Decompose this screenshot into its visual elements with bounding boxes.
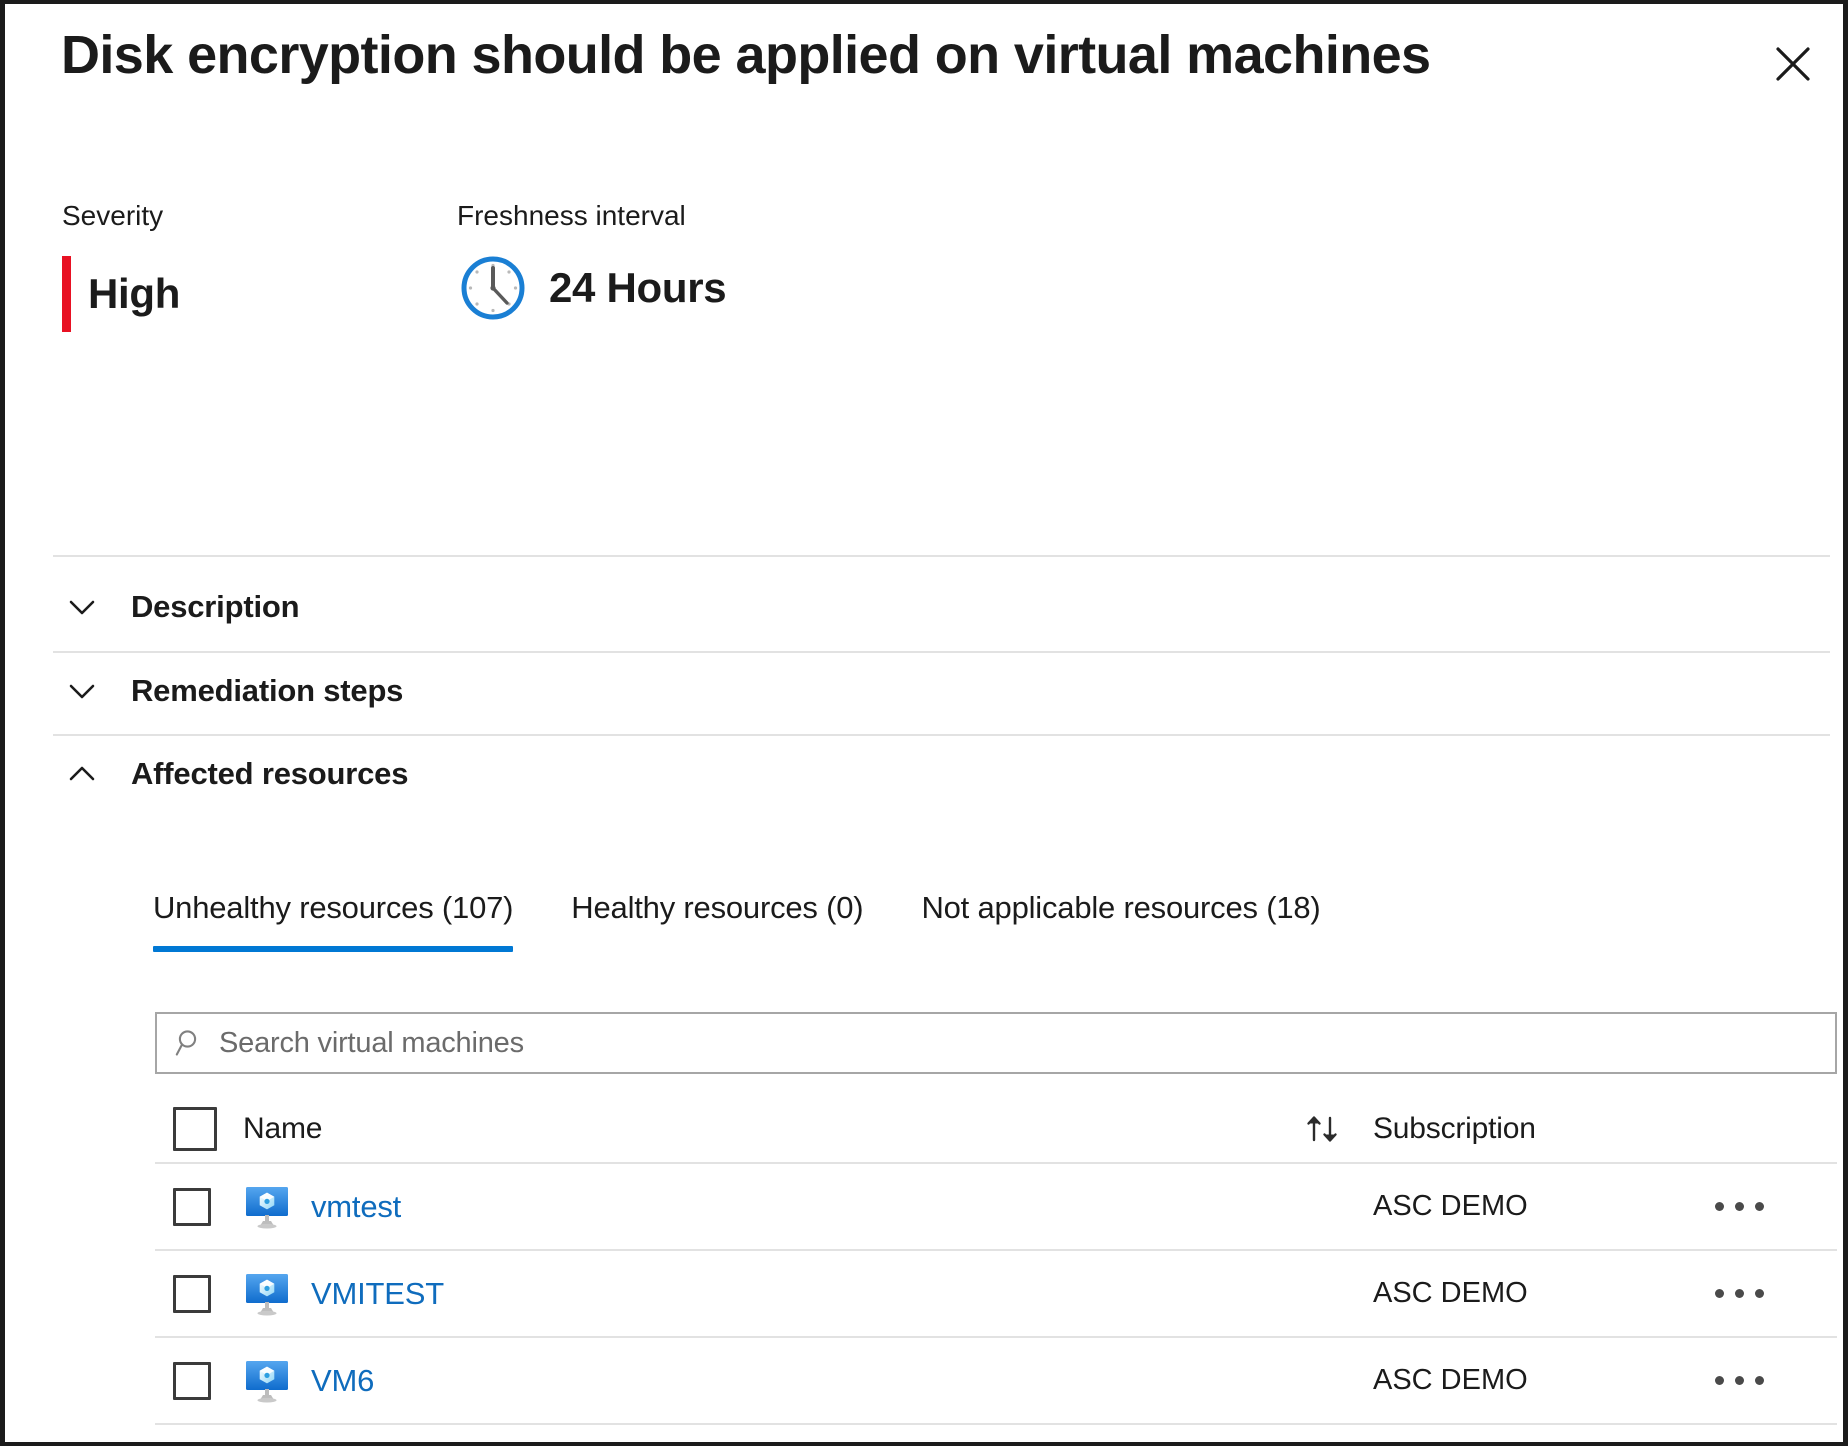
ellipsis-dot-icon [1735,1376,1744,1385]
row-actions-cell [1687,1370,1837,1391]
ellipsis-dot-icon [1735,1202,1744,1211]
severity-block: Severity High [62,202,180,332]
tab-not-applicable-label: Not applicable resources (18) [921,890,1321,925]
column-header-name-label: Name [243,1112,323,1145]
search-container[interactable] [155,1012,1837,1074]
ellipsis-dot-icon [1755,1202,1764,1211]
row-subscription-value: ASC DEMO [1373,1364,1528,1396]
tab-unhealthy-label: Unhealthy resources (107) [153,890,514,925]
select-all-checkbox[interactable] [173,1107,217,1151]
row-select-cell [155,1187,243,1226]
page-title: Disk encryption should be applied on vir… [61,25,1431,85]
search-icon [175,1028,205,1058]
ellipsis-dot-icon [1755,1376,1764,1385]
column-header-name[interactable]: Name [243,1112,1277,1146]
virtual-machine-icon [243,1183,291,1231]
accordion-remediation-label: Remediation steps [131,673,404,708]
row-subscription-cell: ASC DEMO [1367,1190,1687,1223]
virtual-machine-icon [243,1357,291,1405]
row-checkbox[interactable] [173,1361,211,1400]
row-select-cell [155,1361,243,1400]
severity-value: High [88,270,181,317]
summary-metadata: Severity High Freshness interval 24 Hour… [5,202,1843,392]
column-header-subscription-label: Subscription [1373,1112,1536,1145]
sort-button[interactable] [1277,1108,1367,1150]
clock-icon [457,252,529,324]
accordion-description-label: Description [131,589,300,624]
row-name-cell: VMITEST [243,1270,1277,1318]
row-more-actions-button[interactable] [1705,1283,1774,1304]
row-more-actions-button[interactable] [1705,1370,1774,1391]
row-subscription-cell: ASC DEMO [1367,1277,1687,1310]
column-header-subscription[interactable]: Subscription [1367,1112,1687,1146]
severity-indicator-bar [62,256,71,332]
tab-not-applicable-resources[interactable]: Not applicable resources (18) [921,890,1320,952]
panel-header: Disk encryption should be applied on vir… [5,4,1843,124]
divider-above-remediation [53,651,1830,653]
accordion-description[interactable]: Description [65,577,300,637]
resource-tabs: Unhealthy resources (107) Healthy resour… [153,890,1379,952]
ellipsis-dot-icon [1735,1289,1744,1298]
severity-label: Severity [62,200,164,231]
row-more-actions-button[interactable] [1705,1196,1774,1217]
table-row[interactable]: VMITEST ASC DEMO [155,1251,1837,1338]
resource-link[interactable]: vmtest [311,1189,401,1225]
row-actions-cell [1687,1196,1837,1217]
row-subscription-cell: ASC DEMO [1367,1364,1687,1397]
table-row[interactable]: vmtest ASC DEMO [155,1164,1837,1251]
row-subscription-value: ASC DEMO [1373,1277,1528,1309]
close-icon [1771,42,1815,86]
tab-healthy-resources[interactable]: Healthy resources (0) [571,890,863,952]
tab-unhealthy-resources[interactable]: Unhealthy resources (107) [153,890,513,952]
accordion-affected-label: Affected resources [131,756,409,791]
ellipsis-dot-icon [1715,1289,1724,1298]
row-checkbox[interactable] [173,1187,211,1226]
resource-link[interactable]: VMITEST [311,1276,444,1312]
freshness-label: Freshness interval [457,200,686,231]
ellipsis-dot-icon [1755,1289,1764,1298]
chevron-down-icon [65,590,99,624]
ellipsis-dot-icon [1715,1376,1724,1385]
row-name-cell: VM6 [243,1357,1277,1405]
tab-active-underline [153,946,514,952]
table-header-row: Name Subscription [155,1096,1837,1164]
sort-ascending-descending-icon [1301,1108,1343,1150]
row-actions-cell [1687,1283,1837,1304]
freshness-block: Freshness interval 24 Hours [457,200,727,324]
table-row[interactable]: VM6 ASC DEMO [155,1338,1837,1425]
ellipsis-dot-icon [1715,1202,1724,1211]
affected-resources-table: Name Subscription vmtest ASC DEMO VMITES… [155,1096,1837,1425]
chevron-down-icon [65,674,99,708]
row-checkbox[interactable] [173,1274,211,1313]
select-all-cell [155,1107,243,1151]
row-subscription-value: ASC DEMO [1373,1190,1528,1222]
alert-detail-panel: Disk encryption should be applied on vir… [0,0,1848,1446]
virtual-machine-icon [243,1270,291,1318]
close-button[interactable] [1765,36,1821,92]
chevron-up-icon [65,757,99,791]
freshness-value: 24 Hours [549,264,727,311]
divider-above-affected [53,734,1830,736]
tab-healthy-label: Healthy resources (0) [571,890,864,925]
row-name-cell: vmtest [243,1183,1277,1231]
row-select-cell [155,1274,243,1313]
divider-above-description [53,555,1830,557]
accordion-affected-resources[interactable]: Affected resources [65,744,408,804]
search-input[interactable] [219,1026,1817,1060]
accordion-remediation-steps[interactable]: Remediation steps [65,661,403,721]
resource-link[interactable]: VM6 [311,1363,374,1399]
